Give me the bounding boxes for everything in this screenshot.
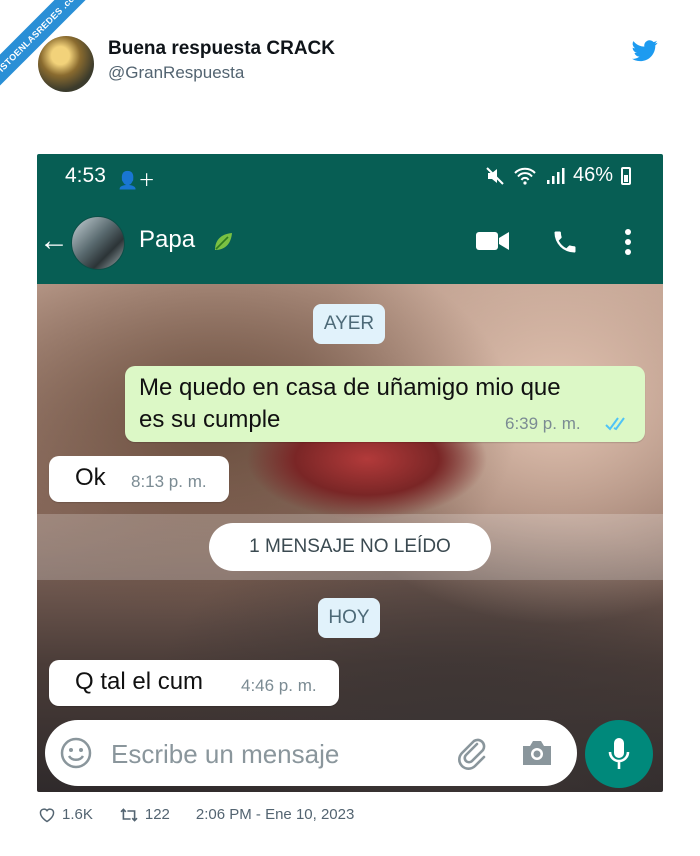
tweet-header: Buena respuesta CRACK @GranRespuesta [38,36,658,96]
mic-icon [608,738,630,769]
incoming-message-bubble[interactable]: Q tal el cum 4:46 p. m. [49,660,339,706]
contact-avatar[interactable] [71,216,125,270]
incoming-message-text: Q tal el cum [75,668,204,695]
date-divider-today: HOY [318,598,380,638]
status-bar: 4:53 👤＋ 46% [37,154,663,200]
message-input[interactable] [109,734,443,774]
back-arrow-icon[interactable]: ← [39,224,69,258]
like-count[interactable]: 1.6K [62,806,93,823]
heart-icon[interactable] [38,807,56,823]
author-handle[interactable]: @GranRespuesta [108,63,244,83]
message-composer [45,720,577,786]
status-time: 4:53 [65,164,106,187]
leaf-emoji-icon [215,233,232,250]
read-ticks-icon [605,417,625,431]
chat-area: AYER Me quedo en casa de uñamigo mio que… [37,284,663,792]
mic-button[interactable] [585,720,653,788]
mute-icon [486,166,504,185]
incoming-message-time: 8:13 p. m. [131,472,207,491]
signal-icon [546,167,565,184]
outgoing-message-line-1: Me quedo en casa de uñamigo mio que [139,374,561,401]
battery-percent: 46% [572,164,613,186]
date-divider-yesterday: AYER [313,304,385,344]
unread-messages-banner: 1 MENSAJE NO LEÍDO [209,523,491,571]
tweet-footer: 1.6K 122 2:06 PM - Ene 10, 2023 [38,806,354,823]
retweet-count[interactable]: 122 [145,806,170,823]
phone-call-icon[interactable] [551,228,579,256]
tweet-timestamp[interactable]: 2:06 PM - Ene 10, 2023 [196,806,354,823]
incoming-message-time: 4:46 p. m. [241,676,317,695]
outgoing-message-bubble[interactable]: Me quedo en casa de uñamigo mio que es s… [125,366,645,442]
author-name[interactable]: Buena respuesta CRACK [108,38,335,60]
author-avatar[interactable] [38,36,94,92]
battery-icon [621,166,631,185]
chat-header: ← Papa [37,200,663,284]
attach-clip-icon[interactable] [455,736,489,770]
status-indicators: 46% [485,164,631,187]
outgoing-message-line-2: es su cumple [139,406,281,433]
emoji-icon[interactable] [59,736,93,770]
person-add-icon: 👤＋ [117,171,156,190]
more-vert-icon[interactable] [623,228,633,256]
retweet-icon[interactable] [119,807,139,823]
outgoing-message-time: 6:39 p. m. [505,414,581,433]
video-call-icon[interactable] [475,228,511,254]
contact-name[interactable]: Papa [139,226,195,254]
incoming-message-text: Ok [75,464,106,491]
camera-icon[interactable] [520,738,554,768]
whatsapp-screenshot: 4:53 👤＋ 46% ← Papa AYER Me quedo en casa… [37,154,663,792]
incoming-message-bubble[interactable]: Ok 8:13 p. m. [49,456,229,502]
twitter-bird-icon[interactable] [632,40,658,62]
wifi-icon [514,167,536,185]
